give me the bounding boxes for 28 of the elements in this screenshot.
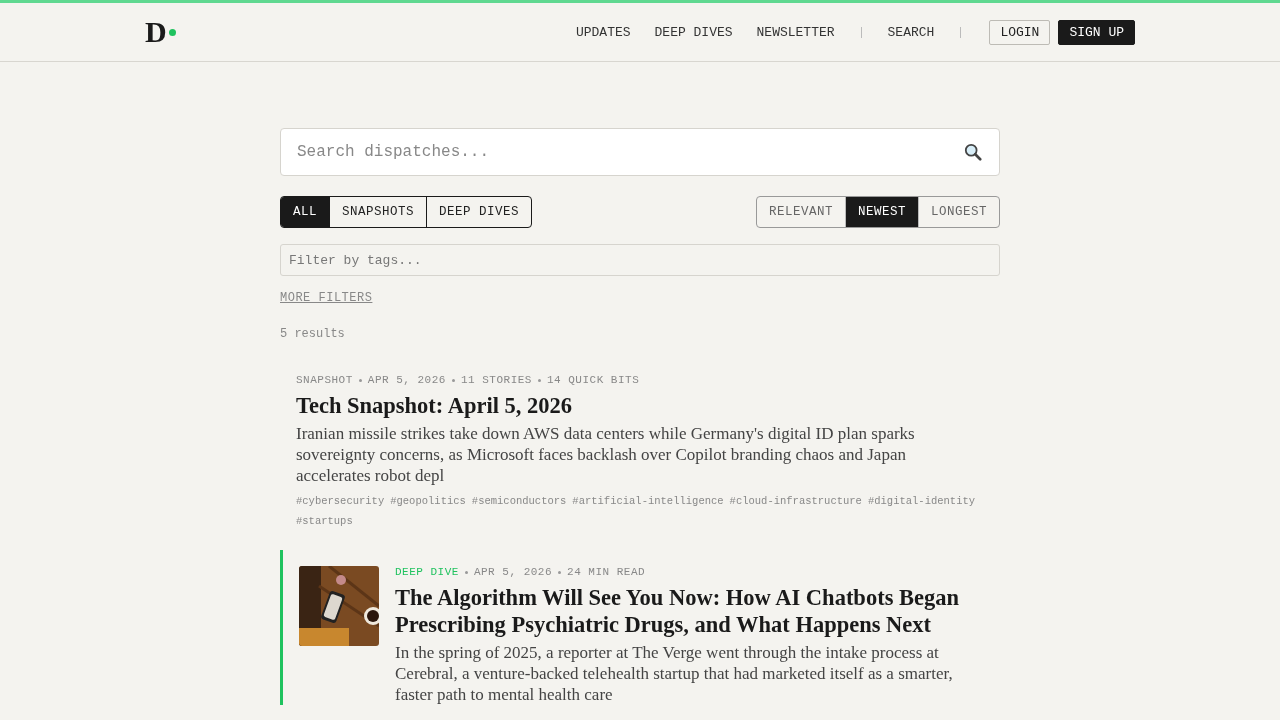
result-meta: APR 5, 2026 [473, 566, 553, 578]
filter-tab[interactable]: DEEP DIVES [426, 197, 532, 227]
sort-tab[interactable]: LONGEST [918, 197, 999, 227]
result-meta: 24 MIN READ [567, 566, 646, 578]
result-meta: 11 STORIES [460, 374, 532, 386]
result-title[interactable]: Tech Snapshot: April 5, 2026 [296, 392, 984, 419]
sort-tab[interactable]: RELEVANT [756, 197, 845, 227]
sort-tab[interactable]: NEWEST [844, 197, 918, 227]
result-count: 5 results [280, 327, 345, 341]
filter-tab[interactable]: SNAPSHOTS [329, 197, 427, 227]
result-summary: Iranian missile strikes take down AWS data centers while Germany's digital ID plan sparks sovereignty concerns, as Microsoft faces backlash over Copilot branding chaos and Japan accelerates robot depl [296, 423, 916, 486]
result-title[interactable]: The Algorithm Will See You Now: How AI Chatbots Began Prescribing Psychiatric Drugs, and What Happens Next [395, 584, 984, 638]
result-type: SNAPSHOT [296, 374, 353, 386]
login-button[interactable]: LOGIN [989, 19, 1051, 45]
result-meta: APR 5, 2026 [367, 374, 446, 386]
nav-link[interactable]: NEWSLETTER [756, 24, 835, 40]
search-icon[interactable] [964, 143, 982, 161]
filter-tab[interactable]: ALL [281, 197, 329, 227]
nav-link[interactable]: DEEP DIVES [654, 24, 733, 40]
result-meta: 14 QUICK BITS [546, 374, 640, 386]
signup-button[interactable]: SIGN UP [1058, 19, 1135, 45]
nav-link[interactable]: UPDATES [575, 24, 631, 40]
tag-filter-field[interactable]: Filter by tags... [280, 244, 1000, 276]
logo[interactable]: D [145, 17, 176, 47]
nav-link[interactable]: SEARCH [887, 24, 935, 40]
result-type: DEEP DIVE [395, 566, 459, 578]
result-summary: In the spring of 2025, a reporter at The Verge went through the intake process at Cerebral, a venture-backed telehealth startup that had marketed itself as a smarter, faster path to mental health care [395, 642, 954, 705]
search-field[interactable]: Search dispatches... [280, 128, 1000, 176]
